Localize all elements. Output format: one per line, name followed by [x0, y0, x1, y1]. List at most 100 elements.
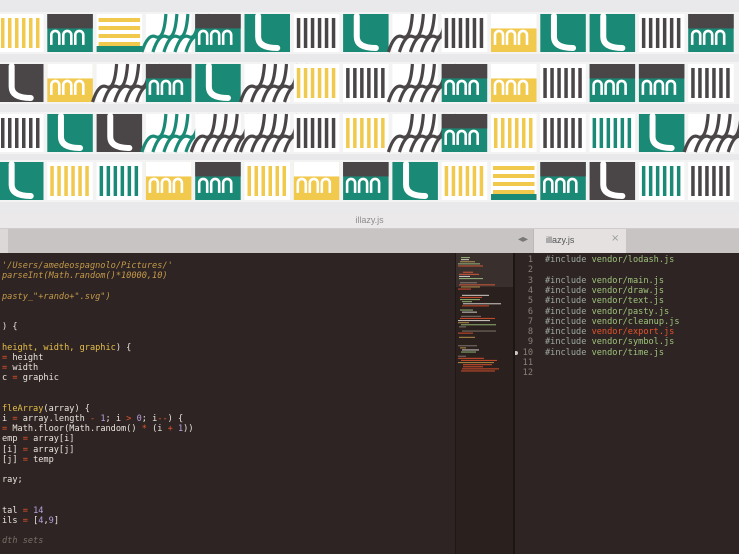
- pattern-tile: [145, 162, 192, 200]
- pattern-tile: [441, 162, 488, 200]
- include-directive: #include: [545, 316, 592, 327]
- pattern-tile: [589, 64, 636, 102]
- code-token: array.length: [22, 414, 90, 424]
- code-token: fleArray: [2, 403, 44, 414]
- pattern-tile: [491, 162, 537, 200]
- code-token: =: [12, 414, 23, 424]
- pattern-tile: [293, 64, 340, 102]
- tab-nav-arrows-icon[interactable]: ◂▸: [518, 234, 528, 245]
- minimap-line: [458, 320, 490, 322]
- pattern-tile: [244, 162, 290, 200]
- minimap-line: [460, 309, 473, 311]
- minimap-line: [460, 299, 480, 301]
- code-token: parseInt(Math.random()*10000,10): [2, 271, 168, 282]
- minimap-line: [460, 296, 482, 298]
- line-number: 3: [527, 275, 533, 286]
- code-token: height, width, graphic: [2, 342, 116, 353]
- pattern-tile: [343, 114, 389, 152]
- code-token: height: [12, 352, 44, 363]
- code-line: [j] = temp: [2, 455, 54, 465]
- gutter-marker-icon: [515, 350, 518, 355]
- code-token: '/Users/amedeospagnolo/Pictures/': [2, 261, 173, 271]
- include-line: #include vendor/time.js: [545, 348, 664, 358]
- pattern-tile: [688, 162, 734, 200]
- include-path: vendor/pasty.js: [591, 306, 670, 317]
- code-line: '/Users/amedeospagnolo/Pictures/': [2, 261, 173, 271]
- right-editor-pane[interactable]: 1 #include vendor/lodash.js 2 3 #include ven…: [515, 253, 739, 554]
- pattern-tile: [589, 13, 636, 52]
- minimap[interactable]: [455, 253, 514, 554]
- minimap-viewport[interactable]: [456, 253, 514, 287]
- include-line: #include vendor/cleanup.js: [545, 317, 680, 327]
- minimap-line: [460, 317, 495, 319]
- pattern-tile: [0, 114, 44, 152]
- pattern-tile: [638, 14, 685, 52]
- code-token: 14: [33, 505, 44, 516]
- include-directive: #include: [545, 347, 592, 358]
- minimap-line: [462, 301, 472, 303]
- code-line: = Math.floor(Math.random() * (i + 1)): [2, 424, 194, 434]
- pattern-tile: [47, 113, 93, 152]
- code-token: *: [141, 424, 153, 435]
- pattern-tile: [195, 63, 241, 102]
- code-line: emp = array[i]: [2, 434, 74, 444]
- code-token: ) {: [2, 322, 18, 333]
- tab-illazy[interactable]: illazy.js ×: [533, 229, 626, 253]
- pattern-tile: [491, 114, 537, 152]
- pattern-tile: [96, 162, 143, 200]
- pattern-tile: [589, 114, 636, 152]
- line-number: 6: [527, 306, 533, 317]
- include-line: #include vendor/pasty.js: [545, 307, 669, 317]
- pattern-tile: [0, 63, 44, 102]
- pattern-tile: [293, 14, 340, 52]
- line-number: 11: [522, 358, 533, 368]
- code-token: i: [2, 414, 13, 424]
- include-directive: #include: [545, 327, 592, 338]
- code-line: = width: [2, 363, 38, 373]
- include-line: #include vendor/symbol.js: [545, 337, 674, 347]
- left-pane-tab[interactable]: [0, 229, 8, 253]
- pattern-preview: [0, 0, 739, 214]
- minimap-line: [462, 349, 479, 351]
- pattern-tile: [47, 162, 93, 200]
- pattern-tile: [441, 64, 488, 102]
- minimap-line: [461, 324, 496, 326]
- code-token: Math.floor(Math.random(): [12, 424, 142, 435]
- code-token: =: [22, 454, 34, 465]
- pattern-tile: [392, 161, 438, 200]
- pattern-tile: [491, 64, 537, 102]
- pattern-tile: [96, 14, 143, 52]
- pattern-tile: [244, 13, 290, 52]
- code-token: dth sets: [2, 536, 44, 547]
- pattern-tile: [195, 162, 241, 200]
- pattern-tile: [145, 64, 192, 102]
- pattern-preview-canvas: [0, 12, 739, 202]
- code-token: array[i]: [33, 434, 75, 445]
- minimap-line: [461, 315, 481, 317]
- code-token: array[j]: [33, 444, 75, 455]
- minimap-line: [463, 366, 483, 368]
- code-token: width: [12, 363, 39, 373]
- code-token: =: [12, 373, 23, 384]
- code-token: -: [89, 414, 101, 424]
- close-icon[interactable]: ×: [611, 233, 619, 244]
- pattern-tile: [0, 14, 44, 52]
- window-titlebar: illazy.js: [0, 214, 739, 229]
- code-token: pasty_"+rando+".svg"): [2, 291, 111, 302]
- pattern-tile: [688, 64, 734, 102]
- minimap-line: [462, 305, 489, 307]
- include-directive: #include: [545, 285, 592, 296]
- include-path: vendor/export.js: [591, 327, 675, 338]
- minimap-line: [458, 362, 494, 364]
- pattern-tile: [0, 161, 44, 200]
- code-token: )): [183, 424, 194, 435]
- include-path: vendor/lodash.js: [591, 255, 675, 265]
- line-number: 5: [527, 296, 533, 307]
- pattern-tile: [47, 14, 93, 52]
- pattern-tile: [441, 114, 488, 152]
- include-directive: #include: [545, 337, 592, 348]
- window-title: illazy.js: [355, 215, 384, 225]
- minimap-line: [458, 322, 469, 324]
- left-editor-pane[interactable]: '/Users/amedeospagnolo/Pictures/' parseIn…: [0, 253, 455, 554]
- line-number: 4: [527, 285, 533, 296]
